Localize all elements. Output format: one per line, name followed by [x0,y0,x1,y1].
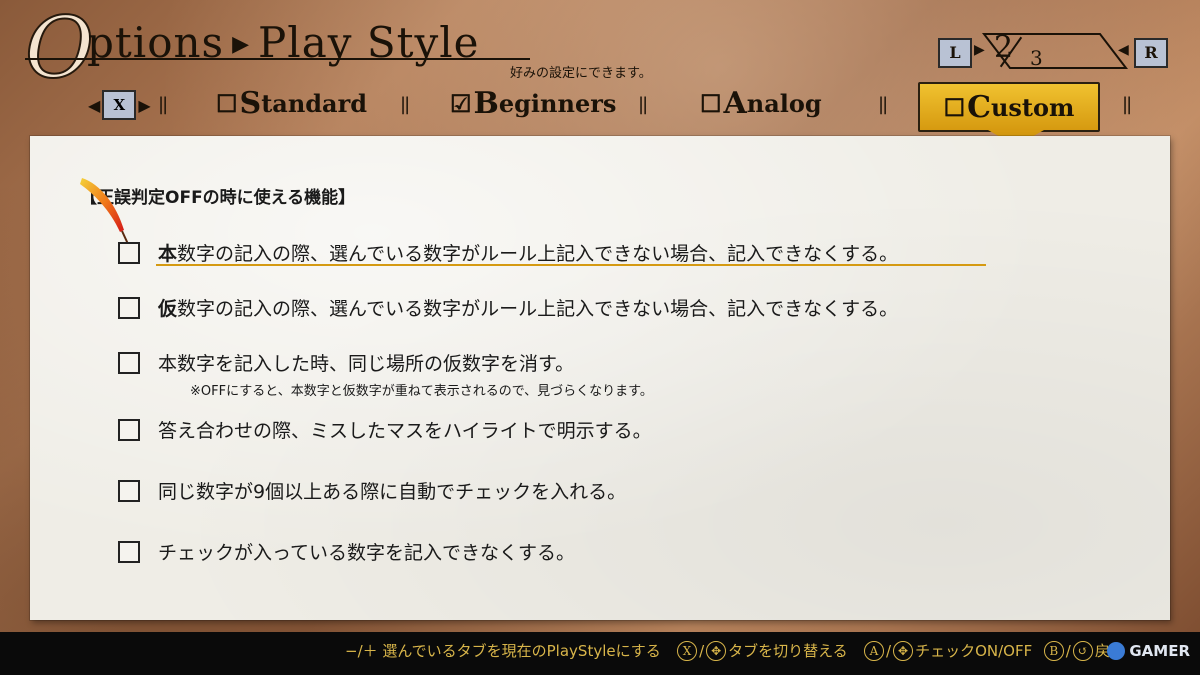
watermark-text: GAMER [1129,642,1190,660]
gamer-watermark: GAMER [1107,642,1190,660]
feather-cursor-icon [80,178,129,245]
tab-separator: || [400,94,410,115]
hint-switch-tab: タブを切り替える [728,642,848,660]
tab-custom[interactable]: ☐ Custom [918,82,1100,132]
next-arrow-icon: ◀ [1118,42,1129,58]
b-button-icon: B [1043,641,1064,661]
option-label: 仮数字の記入の際、選んでいる数字がルール上記入できない場合、記入できなくする。 [158,298,899,320]
option-label: チェックが入っている数字を記入できなくする。 [158,542,576,564]
option-checkbox[interactable] [118,418,140,441]
x-key-badge: X [102,90,137,120]
tab-checkbox-icon: ☐ [700,89,722,118]
hint-toggle-check: チェックON/OFF [915,642,1033,660]
tab-separator: || [1122,94,1132,115]
right-arrow-icon: ▶ [138,95,151,115]
tab-checkbox-icon: ☐ [216,89,238,118]
title-arrow-icon: ▶ [232,32,251,57]
playstyle-tabs: ◀ X ▶ || ☐ Standard || ☑ Beginners || ☐ … [88,82,1148,146]
tab-initial: C [967,89,991,125]
option-row-5[interactable]: 同じ数字が9個以上ある際に自動でチェックを入れる。 [118,477,626,504]
dpad-icon: ✥ [706,641,727,661]
selection-underline [156,264,986,266]
option-checkbox[interactable] [118,241,140,264]
title-underline [25,58,530,60]
next-page-button[interactable]: R [1134,38,1168,68]
tab-separator: || [878,94,888,115]
total-pages: 3 [1030,46,1043,70]
tab-label: ustom [990,92,1075,122]
prev-page-button[interactable]: L [938,38,972,68]
tab-checkbox-icon: ☐ [943,92,966,122]
gamer-logo-icon [1107,642,1126,660]
tab-analog[interactable]: ☐ Analog [700,86,822,121]
tab-label: nalog [746,89,822,118]
tab-label: tandard [261,89,368,118]
tab-checkbox-checked-icon: ☑ [450,89,472,118]
tab-initial: A [723,86,747,121]
title-initial: O [24,0,95,97]
option-checkbox[interactable] [118,479,140,502]
left-arrow-icon: ◀ [88,95,101,115]
option-label: 同じ数字が9個以上ある際に自動でチェックを入れる。 [158,481,627,503]
tab-standard[interactable]: ☐ Standard [216,86,367,121]
option-label: 本数字を記入した時、同じ場所の仮数字を消す。 [158,353,575,375]
option-row-3[interactable]: 本数字を記入した時、同じ場所の仮数字を消す。 [118,349,574,376]
option-checkbox[interactable] [118,540,140,563]
tab-initial: S [239,86,262,121]
option-note: ※OFFにすると、本数字と仮数字が重ねて表示されるので、見づらくなります。 [190,384,653,399]
tab-beginners[interactable]: ☑ Beginners [450,86,616,121]
page-indicator: L ▶ 2 3 ◀ R [938,30,1178,74]
control-hints: −/＋ 選んでいるタブを現在のPlayStyleにする X / ✥ タブを切り替える … [345,640,1125,661]
controls-footer: −/＋ 選んでいるタブを現在のPlayStyleにする X / ✥ タブを切り替える … [0,632,1200,675]
option-checkbox[interactable] [118,296,140,319]
back-icon: ↺ [1072,641,1093,661]
dpad-icon: ✥ [893,641,914,661]
x-button-icon: X [677,641,698,661]
options-panel: 【正誤判定OFFの時に使える機能】 本数字の記入の際、選んでいる数字がルール上記… [30,136,1170,620]
option-row-4[interactable]: 答え合わせの際、ミスしたマスをハイライトで明示する。 [118,416,652,443]
tab-initial: B [473,86,499,121]
option-checkbox[interactable] [118,351,140,374]
tab-label: eginners [498,89,617,118]
tab-switch-key[interactable]: ◀ X ▶ [88,90,151,120]
option-label: 本数字の記入の際、選んでいる数字がルール上記入できない場合、記入できなくする。 [158,243,899,265]
option-row-2[interactable]: 仮数字の記入の際、選んでいる数字がルール上記入できない場合、記入できなくする。 [118,294,898,321]
option-label: 答え合わせの際、ミスしたマスをハイライトで明示する。 [158,420,652,442]
option-row-1[interactable]: 本数字の記入の際、選んでいる数字がルール上記入できない場合、記入できなくする。 [118,239,898,266]
page-subtitle: 好みの設定にできます。 [510,66,652,81]
tab-separator: || [638,94,648,115]
a-button-icon: A [864,641,884,661]
hint-set-playstyle: −/＋ 選んでいるタブを現在のPlayStyleにする [345,642,661,660]
option-row-6[interactable]: チェックが入っている数字を記入できなくする。 [118,538,575,565]
tab-separator: || [158,94,168,115]
